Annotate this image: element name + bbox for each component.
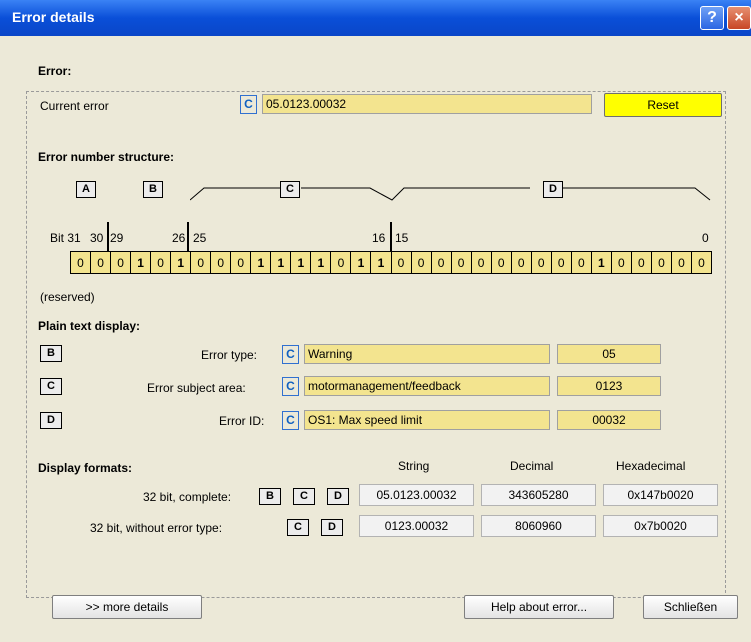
without-type-label: 32 bit, without error type: xyxy=(90,521,223,535)
bit16-label: 16 xyxy=(372,231,386,245)
help-about-error-button[interactable]: Help about error... xyxy=(464,595,614,619)
current-error-field[interactable]: 05.0123.00032 xyxy=(262,94,592,114)
close-button[interactable]: Schließen xyxy=(643,595,738,619)
without-tag-d: D xyxy=(321,519,343,536)
bit-cell: 0 xyxy=(632,252,652,273)
tag-d: D xyxy=(543,181,563,198)
bit-row: 00010100011110110000000000100000 xyxy=(70,251,712,274)
bit-cell: 0 xyxy=(412,252,432,273)
error-id-code[interactable]: 00032 xyxy=(557,410,661,430)
bit15-label: 15 xyxy=(395,231,409,245)
close-window-button[interactable]: × xyxy=(727,6,751,30)
error-type-code[interactable]: 05 xyxy=(557,344,661,364)
error-type-field[interactable]: Warning xyxy=(304,344,550,364)
error-id-field[interactable]: OS1: Max speed limit xyxy=(304,410,550,430)
complete-tag-d: D xyxy=(327,488,349,505)
window-title: Error details xyxy=(12,9,95,25)
without-decimal[interactable]: 8060960 xyxy=(481,515,596,537)
column-hex: Hexadecimal xyxy=(616,459,686,473)
row-tag-d: D xyxy=(40,412,62,429)
bit-cell: 0 xyxy=(392,252,412,273)
bracket-lines xyxy=(190,187,711,201)
bit-cell: 0 xyxy=(512,252,532,273)
bit-cell: 0 xyxy=(151,252,172,273)
bit-cell: 0 xyxy=(672,252,692,273)
bit-cell: 1 xyxy=(351,252,372,273)
bit0-label: 0 xyxy=(702,231,709,245)
copy-id-icon[interactable]: C xyxy=(282,411,299,430)
bit-cell: 0 xyxy=(71,252,92,273)
bit-cell: 1 xyxy=(271,252,292,273)
bit-cell: 0 xyxy=(231,252,252,273)
bit29-label: 29 xyxy=(110,231,124,245)
error-id-label: Error ID: xyxy=(219,414,265,428)
column-string: String xyxy=(398,459,430,473)
bit-cell: 0 xyxy=(191,252,212,273)
current-error-label: Current error xyxy=(40,99,109,113)
reserved-label: (reserved) xyxy=(40,290,95,304)
error-type-label: Error type: xyxy=(201,348,258,362)
reset-button[interactable]: Reset xyxy=(604,93,722,117)
bit-cell: 0 xyxy=(211,252,232,273)
bit-cell: 1 xyxy=(371,252,392,273)
bit-cell: 1 xyxy=(131,252,152,273)
bit-cell: 0 xyxy=(331,252,352,273)
subject-area-field[interactable]: motormanagement/feedback xyxy=(304,376,550,396)
bit-cell: 0 xyxy=(432,252,452,273)
column-decimal: Decimal xyxy=(510,459,554,473)
bit-cell: 0 xyxy=(652,252,672,273)
formats-heading: Display formats: xyxy=(38,461,133,475)
structure-heading: Error number structure: xyxy=(38,150,175,164)
copy-area-icon[interactable]: C xyxy=(282,377,299,396)
help-button[interactable]: ? xyxy=(700,6,724,30)
title-bar: Error details ? × xyxy=(0,0,751,36)
bit-cell: 0 xyxy=(612,252,632,273)
bit-cell: 0 xyxy=(452,252,472,273)
row-tag-c: C xyxy=(40,378,62,395)
bit-cell: 0 xyxy=(472,252,492,273)
bit30-label: 30 xyxy=(90,231,104,245)
complete-tag-c: C xyxy=(293,488,315,505)
complete-hex[interactable]: 0x147b0020 xyxy=(603,484,718,506)
complete-string[interactable]: 05.0123.00032 xyxy=(359,484,474,506)
error-heading: Error: xyxy=(38,64,72,78)
tag-a: A xyxy=(76,181,96,198)
row-tag-b: B xyxy=(40,345,62,362)
bit-cell: 0 xyxy=(698,255,705,270)
bit-cell: 1 xyxy=(171,252,192,273)
bit-cell: 0 xyxy=(572,252,592,273)
dialog-body xyxy=(0,36,751,642)
complete-decimal[interactable]: 343605280 xyxy=(481,484,596,506)
bit-cell: 0 xyxy=(492,252,512,273)
tag-c: C xyxy=(280,181,300,198)
bit-cell: 1 xyxy=(291,252,312,273)
without-hex[interactable]: 0x7b0020 xyxy=(603,515,718,537)
bit31-label: Bit 31 xyxy=(50,231,81,245)
copy-type-icon[interactable]: C xyxy=(282,345,299,364)
bit25-label: 25 xyxy=(193,231,207,245)
more-details-button[interactable]: >> more details xyxy=(52,595,202,619)
bit-cell: 0 xyxy=(552,252,572,273)
subject-area-label: Error subject area: xyxy=(147,381,246,395)
bit-cell: 0 xyxy=(111,252,132,273)
plain-heading: Plain text display: xyxy=(38,319,141,333)
bit-cell: 1 xyxy=(251,252,272,273)
without-tag-c: C xyxy=(287,519,309,536)
copy-c-icon[interactable]: C xyxy=(240,95,257,114)
tag-b: B xyxy=(143,181,163,198)
bit-cell: 0 xyxy=(91,252,112,273)
bit26-label: 26 xyxy=(172,231,186,245)
bit-cell: 1 xyxy=(592,252,612,273)
complete-label: 32 bit, complete: xyxy=(143,490,232,504)
complete-tag-b: B xyxy=(259,488,281,505)
without-string[interactable]: 0123.00032 xyxy=(359,515,474,537)
bit-cell: 0 xyxy=(532,252,552,273)
bit-cell: 1 xyxy=(311,252,332,273)
subject-area-code[interactable]: 0123 xyxy=(557,376,661,396)
